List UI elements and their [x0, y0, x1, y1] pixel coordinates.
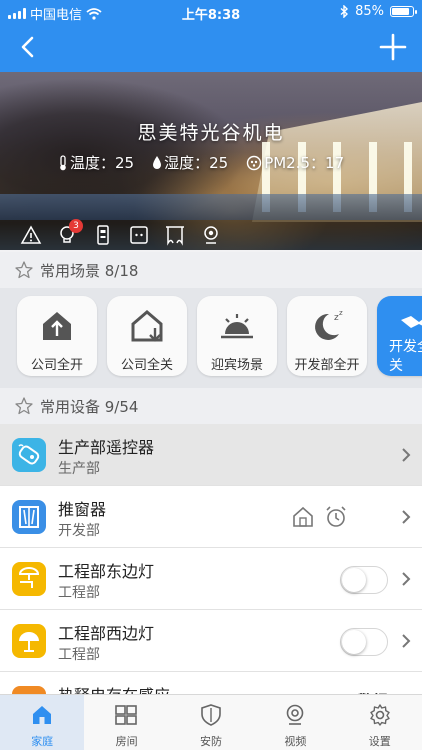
- pm25-value: PM2.5：17: [264, 154, 345, 172]
- star-icon: [15, 397, 33, 415]
- scene-label: 迎宾场景: [210, 358, 263, 373]
- remote-icon: [12, 438, 46, 472]
- lock-icon[interactable]: [92, 224, 114, 246]
- devices-section-title: 常用设备 9/54: [40, 397, 139, 416]
- status-right: 85%: [340, 4, 417, 19]
- home-banner: 思美特光谷机电 温度：25 湿度：25 PM2.5：17 3: [0, 72, 422, 250]
- house-up-icon: [43, 312, 71, 340]
- scenes-row[interactable]: 公司全开 公司全关 迎宾场景 z z 开发部全开 开发全关: [0, 288, 422, 388]
- battery-icon: [390, 6, 417, 17]
- home-scene-icon[interactable]: [292, 506, 314, 528]
- star-icon: [15, 261, 33, 279]
- device-room: 开发部: [58, 523, 100, 539]
- humidity-readout: 湿度：25: [152, 152, 228, 173]
- gear-icon: [369, 704, 390, 726]
- temperature-readout: 温度：25: [58, 152, 134, 173]
- pm-icon: [246, 155, 262, 170]
- device-row[interactable]: 生产部遥控器 生产部: [0, 424, 422, 486]
- curtain-icon[interactable]: [164, 224, 186, 246]
- scene-dev-all-on[interactable]: z z 开发部全开: [287, 296, 367, 376]
- camera-icon[interactable]: [200, 224, 222, 246]
- chevron-right-icon: [402, 510, 411, 524]
- tab-rooms[interactable]: 房间: [84, 695, 168, 750]
- device-room: 工程部: [58, 585, 100, 601]
- battery-percent: 85%: [355, 4, 384, 19]
- battery-fill: [392, 8, 409, 15]
- tab-security[interactable]: 安防: [169, 695, 253, 750]
- tab-bar: 家庭 房间 安防 视频 设置: [0, 694, 422, 750]
- status-bar: 中国电信 上午8:38 85%: [0, 0, 422, 24]
- devices-section-header: 常用设备 9/54: [0, 388, 422, 424]
- device-row[interactable]: 工程部东边灯 工程部: [0, 548, 422, 610]
- chevron-right-icon: [402, 448, 411, 462]
- home-icon: [33, 706, 51, 724]
- device-name: 推窗器: [58, 500, 107, 519]
- device-name: 生产部遥控器: [58, 438, 155, 457]
- humidity-value: 湿度：25: [164, 154, 229, 172]
- window-icon: [12, 500, 46, 534]
- scene-label: 开发全关: [389, 339, 422, 374]
- scenes-section-title: 常用场景 8/18: [40, 261, 139, 280]
- alert-badge: 3: [69, 219, 83, 233]
- scene-welcome[interactable]: 迎宾场景: [197, 296, 277, 376]
- chevron-left-icon[interactable]: [12, 30, 46, 64]
- warning-icon[interactable]: [20, 224, 42, 246]
- lightbulb-button[interactable]: 3: [56, 219, 83, 246]
- tab-home[interactable]: 家庭: [0, 695, 85, 750]
- house-down-icon: [131, 310, 163, 342]
- rooms-icon: [115, 705, 138, 725]
- scenes-section-header: 常用场景 8/18: [0, 252, 422, 288]
- sunrise-icon: [221, 314, 253, 339]
- wall-lamp-icon: [12, 562, 46, 596]
- banner-photo-water: [0, 194, 422, 220]
- power-toggle[interactable]: [340, 628, 388, 656]
- device-row[interactable]: 推窗器 开发部: [0, 486, 422, 548]
- pm25-readout: PM2.5：17: [246, 152, 344, 173]
- device-type-bar: 3: [0, 219, 422, 250]
- device-name: 工程部西边灯: [58, 624, 155, 643]
- tab-video[interactable]: 视频: [253, 695, 337, 750]
- home-title: 思美特光谷机电: [137, 122, 285, 144]
- tab-label: 安防: [199, 735, 222, 748]
- temperature-value: 温度：25: [70, 154, 135, 172]
- socket-icon[interactable]: [128, 224, 150, 246]
- thermometer-icon: [60, 154, 66, 170]
- tab-settings[interactable]: 设置: [338, 695, 422, 750]
- scene-company-all-on[interactable]: 公司全开: [17, 296, 97, 376]
- shield-icon: [200, 704, 221, 726]
- moon-sleep-icon: z z: [315, 309, 343, 340]
- device-row[interactable]: 工程部西边灯 工程部: [0, 610, 422, 672]
- svg-text:z: z: [339, 309, 343, 317]
- tab-label: 设置: [368, 735, 391, 748]
- power-toggle[interactable]: [340, 566, 388, 594]
- tab-label: 房间: [115, 735, 138, 748]
- scene-label: 公司全开: [30, 358, 83, 373]
- table-lamp-icon: [12, 624, 46, 658]
- droplet-icon: [153, 156, 162, 169]
- device-name: 工程部东边灯: [58, 562, 155, 581]
- toggle-knob: [342, 630, 366, 654]
- chevron-right-icon: [402, 634, 411, 648]
- bluetooth-icon: [340, 5, 349, 18]
- top-bar: 中国电信 上午8:38 85%: [0, 0, 422, 72]
- toggle-knob: [342, 568, 366, 592]
- environment-readout: 温度：25 湿度：25 PM2.5：17: [58, 152, 344, 173]
- device-room: 生产部: [58, 461, 100, 477]
- tab-label: 家庭: [31, 735, 54, 748]
- scene-dev-all-off[interactable]: 开发全关: [377, 296, 422, 376]
- tab-label: 视频: [284, 735, 307, 748]
- plus-icon[interactable]: [378, 32, 408, 62]
- scene-label: 开发部全开: [294, 358, 360, 373]
- scene-company-all-off[interactable]: 公司全关: [107, 296, 187, 376]
- device-room: 工程部: [58, 647, 100, 663]
- camera-icon: [286, 704, 304, 725]
- scene-label: 公司全关: [120, 358, 173, 373]
- chevron-right-icon: [402, 572, 411, 586]
- alarm-clock-icon[interactable]: [324, 505, 348, 529]
